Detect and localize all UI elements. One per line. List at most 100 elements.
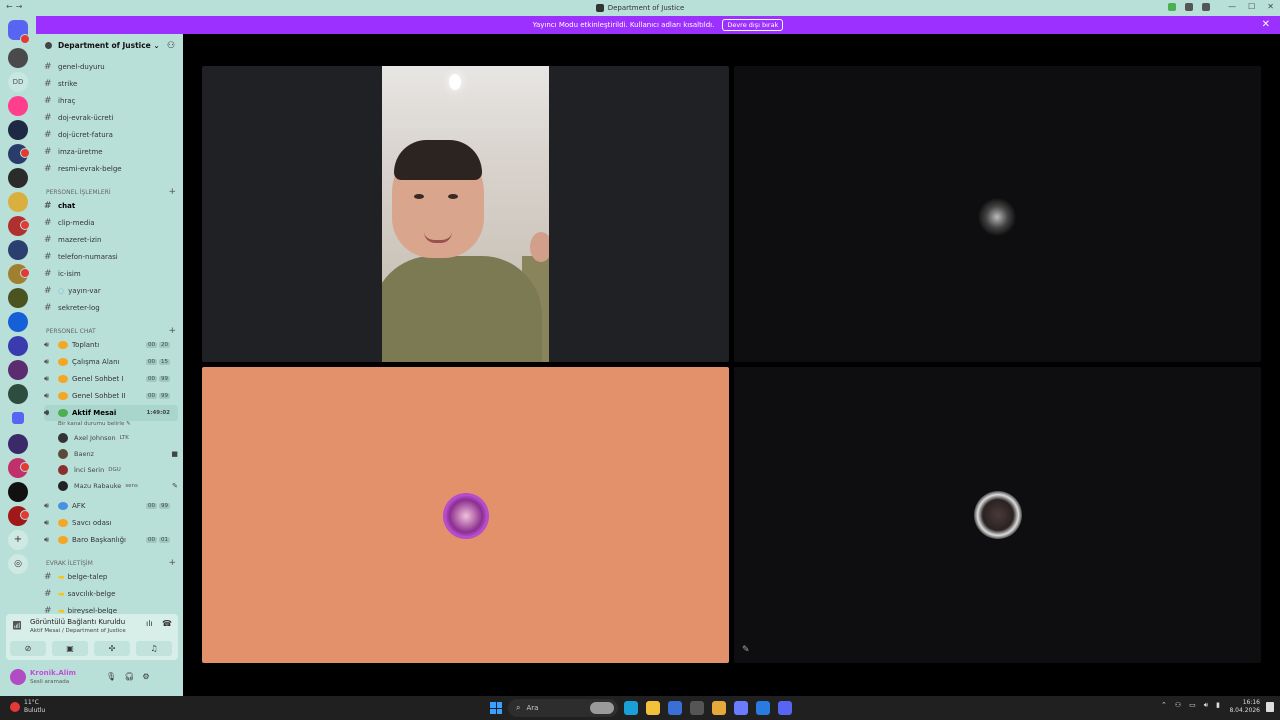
connection-subtitle[interactable]: Aktif Mesai / Department of Justice [30, 628, 126, 634]
voice-channel-calisma-alani[interactable]: 🔊︎ Çalışma Alanı 00 15 [44, 354, 178, 370]
voice-member[interactable]: Baenz ■ [58, 447, 178, 461]
network-icon[interactable]: ▭ [1189, 701, 1196, 710]
app-icon[interactable] [734, 701, 748, 715]
channel-chat[interactable]: # chat [44, 198, 178, 214]
video-tile-user[interactable] [734, 367, 1261, 663]
channel-ihrac[interactable]: # ihraç [44, 93, 178, 109]
weather-widget[interactable]: 11°C Bulutlu [24, 699, 45, 715]
add-server-icon[interactable]: + [8, 530, 28, 550]
server-icon[interactable] [8, 312, 28, 332]
server-icon[interactable] [8, 192, 28, 212]
help-icon[interactable] [1202, 3, 1210, 11]
screen-share-button[interactable]: ▣ [52, 641, 88, 656]
chevron-up-icon[interactable]: ⌃ [1161, 701, 1167, 710]
discord-icon[interactable] [778, 701, 792, 715]
server-icon-dd[interactable]: DD [8, 72, 28, 92]
server-icon[interactable] [8, 48, 28, 68]
category-personel-chat[interactable]: PERSONEL CHAT + [46, 325, 176, 337]
hash-icon: # [44, 572, 52, 582]
app-tray-icon[interactable]: ⚇ [1175, 701, 1181, 710]
folder-icon[interactable] [12, 412, 24, 424]
add-channel-icon[interactable]: + [168, 558, 176, 568]
signal-icon[interactable]: 📶︎ [12, 621, 22, 630]
channel-savcilik-belge[interactable]: # ▬ savcılık-belge [44, 586, 178, 602]
channel-sekreter-log[interactable]: # sekreter-log [44, 300, 178, 316]
voice-channel-savci-odasi[interactable]: 🔊︎ Savcı odası [44, 515, 178, 531]
server-icon[interactable] [8, 240, 28, 260]
server-icon[interactable] [8, 434, 28, 454]
microphone-icon[interactable]: 🎙︎ [106, 672, 116, 681]
server-icon[interactable] [8, 96, 28, 116]
invite-people-icon[interactable]: ⚇ [167, 41, 175, 51]
server-icon[interactable] [8, 120, 28, 140]
channel-clip-media[interactable]: # clip-media [44, 215, 178, 231]
server-icon[interactable] [8, 168, 28, 188]
start-button[interactable] [490, 702, 502, 714]
activities-button[interactable]: ✣ [94, 641, 130, 656]
server-icon[interactable] [8, 482, 28, 502]
video-tile-user[interactable] [734, 66, 1261, 362]
add-channel-icon[interactable]: + [168, 326, 176, 336]
channel-yayin-var[interactable]: # ◌ yayın-var [44, 283, 178, 299]
noise-suppression-icon[interactable]: ılı [146, 619, 153, 628]
minimize-button[interactable]: — [1228, 2, 1236, 11]
soundboard-button[interactable]: ♫ [136, 641, 172, 656]
discover-icon[interactable]: ◎ [8, 554, 28, 574]
server-icon[interactable] [8, 360, 28, 380]
channel-strike[interactable]: # strike [44, 76, 178, 92]
settings-gear-icon[interactable]: ⚙ [142, 672, 149, 681]
camera-toggle-button[interactable]: ⊘ [10, 641, 46, 656]
close-banner-icon[interactable]: ✕ [1262, 19, 1270, 30]
maximize-button[interactable]: ☐ [1248, 2, 1255, 11]
app-icon[interactable] [756, 701, 770, 715]
server-icon[interactable] [8, 384, 28, 404]
user-avatar[interactable] [10, 669, 26, 685]
disable-streamer-mode-button[interactable]: Devre dışı bırak [722, 19, 784, 31]
voice-member[interactable]: Mazu Rabauke sens ✎ [58, 479, 178, 493]
channel-belge-talep[interactable]: # ▬ belge-talep [44, 569, 178, 585]
headphones-icon[interactable]: 🎧︎ [124, 672, 134, 681]
inbox-icon[interactable] [1185, 3, 1193, 11]
file-explorer-icon[interactable] [646, 701, 660, 715]
update-icon[interactable] [1168, 3, 1176, 11]
server-icon[interactable] [8, 336, 28, 356]
volume-icon[interactable]: 🔊︎ [1204, 701, 1208, 710]
battery-icon[interactable]: ▮ [1216, 701, 1220, 710]
channel-doj-evrak-ucreti[interactable]: # doj-evrak-ücreti [44, 110, 178, 126]
username[interactable]: Kronik.Alim [30, 669, 76, 677]
add-channel-icon[interactable]: + [168, 187, 176, 197]
channel-telefon-numarasi[interactable]: # telefon-numarasi [44, 249, 178, 265]
channel-doj-ucret-fatura[interactable]: # doj-ücret-fatura [44, 127, 178, 143]
nav-arrows[interactable]: ←→ [6, 2, 25, 11]
voice-channel-genel-sohbet-2[interactable]: 🔊︎ Genel Sohbet II 00 99 [44, 388, 178, 404]
voice-channel-baro-baskanligi[interactable]: 🔊︎ Baro Başkanlığı 00 01 [44, 532, 178, 548]
channel-imza-uretme[interactable]: # imza-üretme [44, 144, 178, 160]
edge-icon[interactable] [624, 701, 638, 715]
document-icon[interactable] [668, 701, 682, 715]
video-tile-camera[interactable] [202, 66, 729, 362]
clock[interactable]: 16:16 8.04.2026 [1229, 699, 1260, 715]
guild-header[interactable]: Department of Justice ⌄ ⚇ [36, 34, 183, 58]
channel-ic-isim[interactable]: # ic-isim [44, 266, 178, 282]
voice-channel-afk[interactable]: 🔊︎ AFK 00 99 [44, 498, 178, 514]
category-evrak-iletisim[interactable]: EVRAK İLETİŞİM + [46, 557, 176, 569]
voice-channel-toplanti[interactable]: 🔊︎ Toplantı 00 20 [44, 337, 178, 353]
disconnect-icon[interactable]: ☎ [162, 619, 172, 628]
notifications-icon[interactable] [1266, 702, 1274, 712]
category-personel-islemleri[interactable]: PERSONEL İŞLEMLERİ + [46, 186, 176, 198]
channel-genel-duyuru[interactable]: # genel-duyuru [44, 59, 178, 75]
close-window-button[interactable]: ✕ [1267, 2, 1274, 11]
app-icon[interactable] [690, 701, 704, 715]
taskbar-search[interactable]: ⌕ Ara [508, 699, 618, 717]
voice-channel-genel-sohbet-1[interactable]: 🔊︎ Genel Sohbet I 00 99 [44, 371, 178, 387]
voice-member[interactable]: Axel Johnson LTK [58, 431, 178, 445]
channel-status-prompt[interactable]: Bir kanal durumu belirle ✎ [58, 421, 131, 427]
channel-mazeret-izin[interactable]: # mazeret-izin [44, 232, 178, 248]
chrome-icon[interactable] [712, 701, 726, 715]
voice-channel-aktif-mesai[interactable]: 🔊︎ Aktif Mesai 1:49:02 [44, 405, 178, 421]
server-icon[interactable] [8, 288, 28, 308]
weather-icon[interactable] [10, 702, 20, 712]
voice-member[interactable]: İnci Serin DGU [58, 463, 178, 477]
channel-resmi-evrak-belge[interactable]: # resmi-evrak-belge [44, 161, 178, 177]
video-tile-user-speaking[interactable] [202, 367, 729, 663]
